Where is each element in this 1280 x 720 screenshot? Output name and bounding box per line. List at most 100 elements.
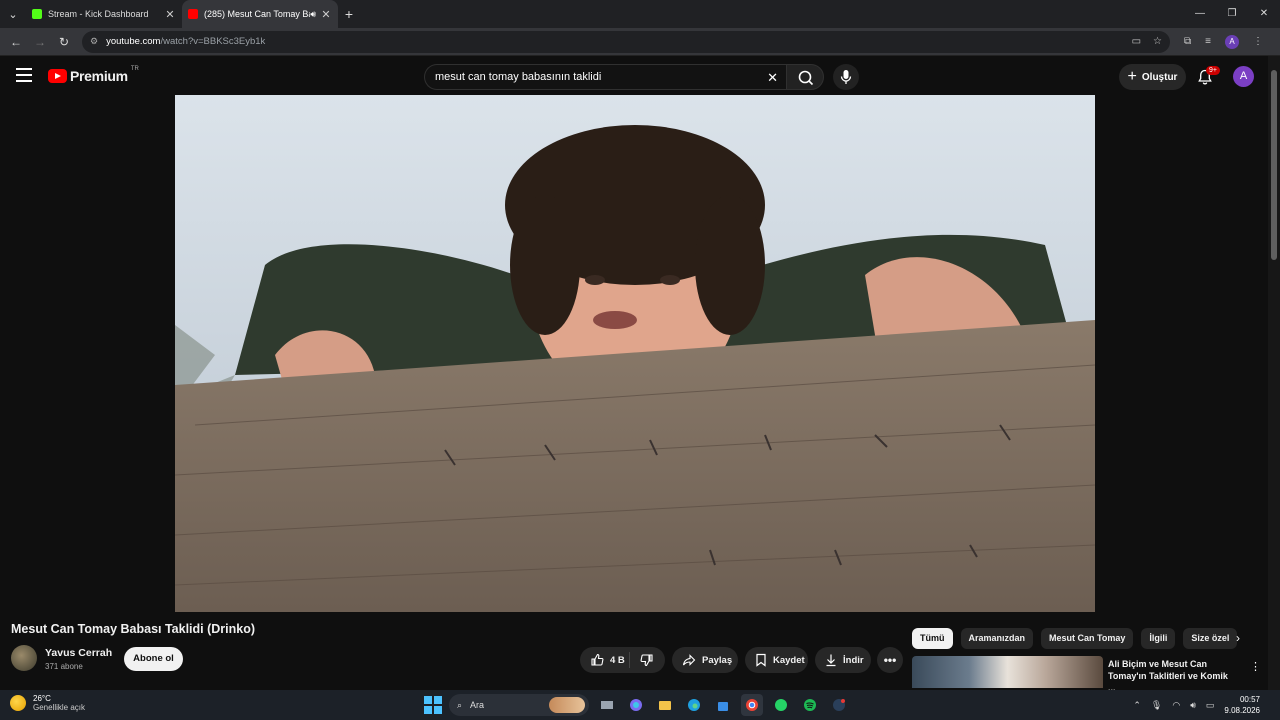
chevron-right-icon[interactable]: ›: [1236, 631, 1240, 645]
save-label: Kaydet: [773, 654, 805, 666]
browser-tabbar: ⌄ Stream - Kick Dashboard ✕ (285) Mesut …: [0, 0, 1280, 28]
microphone-tray-icon[interactable]: 🎙︎: [1151, 700, 1162, 711]
file-explorer-icon[interactable]: [654, 694, 676, 716]
related-video-thumbnail[interactable]: [912, 656, 1103, 688]
extensions-icon[interactable]: ⧉: [1184, 36, 1191, 47]
create-label: Oluştur: [1141, 71, 1178, 83]
speaker-icon[interactable]: 🔊︎: [310, 9, 316, 20]
like-divider: [628, 652, 630, 668]
logo-text: Premium: [70, 68, 128, 84]
media-control-icon[interactable]: ≡: [1205, 36, 1211, 47]
related-more-icon[interactable]: ⋮: [1250, 660, 1261, 673]
windows-taskbar: 26°C Genellikle açık ⌕ Ara ⌃ 🎙︎ ◠ 🔊︎ ▭ 0…: [0, 690, 1280, 720]
weather-temp: 26°C: [33, 694, 51, 703]
taskbar-search[interactable]: ⌕ Ara: [449, 694, 589, 716]
save-button[interactable]: Kaydet: [745, 647, 808, 673]
reload-button[interactable]: ↻: [52, 35, 76, 49]
chip-mesut-can-tomay[interactable]: Mesut Can Tomay: [1041, 628, 1134, 649]
battery-icon[interactable]: ▭: [1206, 700, 1215, 711]
tab-close-icon[interactable]: ✕: [320, 8, 332, 21]
tab-youtube[interactable]: (285) Mesut Can Tomay Bab 🔊︎ ✕: [182, 0, 338, 28]
thumbs-down-icon: [640, 654, 653, 667]
account-avatar[interactable]: A: [1233, 66, 1254, 87]
spotify-icon[interactable]: [799, 694, 821, 716]
taskbar-search-icon: ⌕: [457, 699, 463, 710]
search-query: mesut can tomay babasının taklidi: [435, 71, 602, 83]
tab-title: (285) Mesut Can Tomay Bab: [204, 9, 311, 19]
edge-browser-icon[interactable]: [683, 694, 705, 716]
browser-menu-icon[interactable]: ⋮: [1253, 36, 1263, 47]
browser-profile-avatar[interactable]: A: [1224, 34, 1239, 49]
related-filter-chips: Tümü Aramanızdan Mesut Can Tomay İlgili …: [912, 628, 1238, 649]
download-button[interactable]: İndir: [815, 647, 871, 673]
video-player[interactable]: [175, 95, 1095, 612]
steam-icon[interactable]: [828, 694, 850, 716]
youtube-favicon-icon: [188, 9, 198, 19]
store-icon[interactable]: [712, 694, 734, 716]
tab-search-menu-icon[interactable]: ⌄: [0, 8, 26, 21]
browser-toolbar: ← → ↻ ⚙ youtube.com/watch?v=BBKSc3Eyb1k …: [0, 28, 1280, 56]
subscribe-button[interactable]: Abone ol: [124, 647, 183, 671]
youtube-premium-logo[interactable]: Premium TR: [48, 66, 139, 84]
site-info-icon[interactable]: ⚙: [90, 36, 98, 47]
voice-search-button[interactable]: [833, 64, 859, 90]
chip-for-you[interactable]: Size özel: [1183, 628, 1238, 649]
dislike-button[interactable]: [640, 653, 654, 667]
guide-menu-icon[interactable]: [16, 68, 32, 82]
plus-icon: +: [1127, 68, 1137, 85]
volume-icon[interactable]: 🔊︎: [1190, 700, 1196, 711]
search-input[interactable]: mesut can tomay babasının taklidi ✕: [424, 64, 786, 90]
tab-title: Stream - Kick Dashboard: [48, 9, 149, 19]
clear-search-icon[interactable]: ✕: [767, 70, 778, 86]
forward-button[interactable]: →: [28, 35, 52, 49]
more-actions-button[interactable]: •••: [877, 647, 903, 673]
taskbar-clock[interactable]: 00:57 9.08.2026: [1224, 694, 1260, 716]
scroll-thumb[interactable]: [1271, 70, 1277, 260]
chip-from-search[interactable]: Aramanızdan: [960, 628, 1034, 649]
bookmark-star-icon[interactable]: ☆: [1153, 36, 1162, 47]
address-bar[interactable]: ⚙ youtube.com/watch?v=BBKSc3Eyb1k ▭ ☆: [82, 30, 1170, 53]
country-code: TR: [130, 66, 139, 72]
whatsapp-icon[interactable]: [770, 694, 792, 716]
restore-icon[interactable]: ❐: [1216, 0, 1248, 28]
more-horizontal-icon: •••: [883, 653, 897, 667]
tray-overflow-icon[interactable]: ⌃: [1133, 700, 1141, 711]
page-scrollbar[interactable]: [1268, 56, 1280, 690]
cast-icon[interactable]: ▭: [1132, 36, 1141, 47]
weather-widget[interactable]: 26°C Genellikle açık: [10, 694, 85, 712]
weather-sun-icon: [10, 695, 26, 711]
like-button[interactable]: [590, 653, 604, 667]
search-highlight-image: [549, 697, 585, 713]
system-tray: ⌃ 🎙︎ ◠ 🔊︎ ▭ 00:57 9.08.2026: [1133, 694, 1260, 716]
clock-date: 9.08.2026: [1224, 706, 1260, 715]
wifi-icon[interactable]: ◠: [1172, 700, 1180, 711]
channel-avatar[interactable]: [11, 645, 37, 671]
youtube-masthead: Premium TR mesut can tomay babasının tak…: [0, 56, 1268, 96]
taskbar-apps: ⌕ Ara: [424, 694, 850, 716]
search-button[interactable]: [786, 64, 824, 90]
thumbs-up-icon: [591, 653, 604, 666]
chip-related[interactable]: İlgili: [1141, 628, 1176, 649]
clock-time: 00:57: [1239, 695, 1260, 704]
start-windows-icon[interactable]: [424, 696, 442, 714]
url-host: youtube.com: [106, 36, 161, 47]
new-tab-button[interactable]: +: [338, 6, 360, 22]
close-window-icon[interactable]: ✕: [1248, 0, 1280, 28]
chrome-icon[interactable]: [741, 694, 763, 716]
share-button[interactable]: Paylaş: [672, 647, 738, 673]
share-arrow-icon: [682, 653, 696, 667]
tab-close-icon[interactable]: ✕: [164, 8, 176, 21]
copilot-icon[interactable]: [625, 694, 647, 716]
task-view-icon[interactable]: [596, 694, 618, 716]
create-button[interactable]: + Oluştur: [1119, 64, 1186, 90]
subscriber-count: 371 abone: [45, 662, 83, 671]
minimize-icon[interactable]: —: [1184, 0, 1216, 28]
video-title: Mesut Can Tomay Babası Taklidi (Drinko): [11, 622, 256, 636]
chip-all[interactable]: Tümü: [912, 628, 953, 649]
video-frame: [175, 95, 1095, 612]
channel-name[interactable]: Yavus Cerrah: [45, 647, 112, 659]
tab-kick-dashboard[interactable]: Stream - Kick Dashboard ✕: [26, 0, 182, 28]
search-icon: [798, 70, 814, 86]
related-video-title[interactable]: Ali Biçim ve Mesut Can Tomay'ın Taklitle…: [1108, 658, 1236, 694]
back-button[interactable]: ←: [4, 35, 28, 49]
